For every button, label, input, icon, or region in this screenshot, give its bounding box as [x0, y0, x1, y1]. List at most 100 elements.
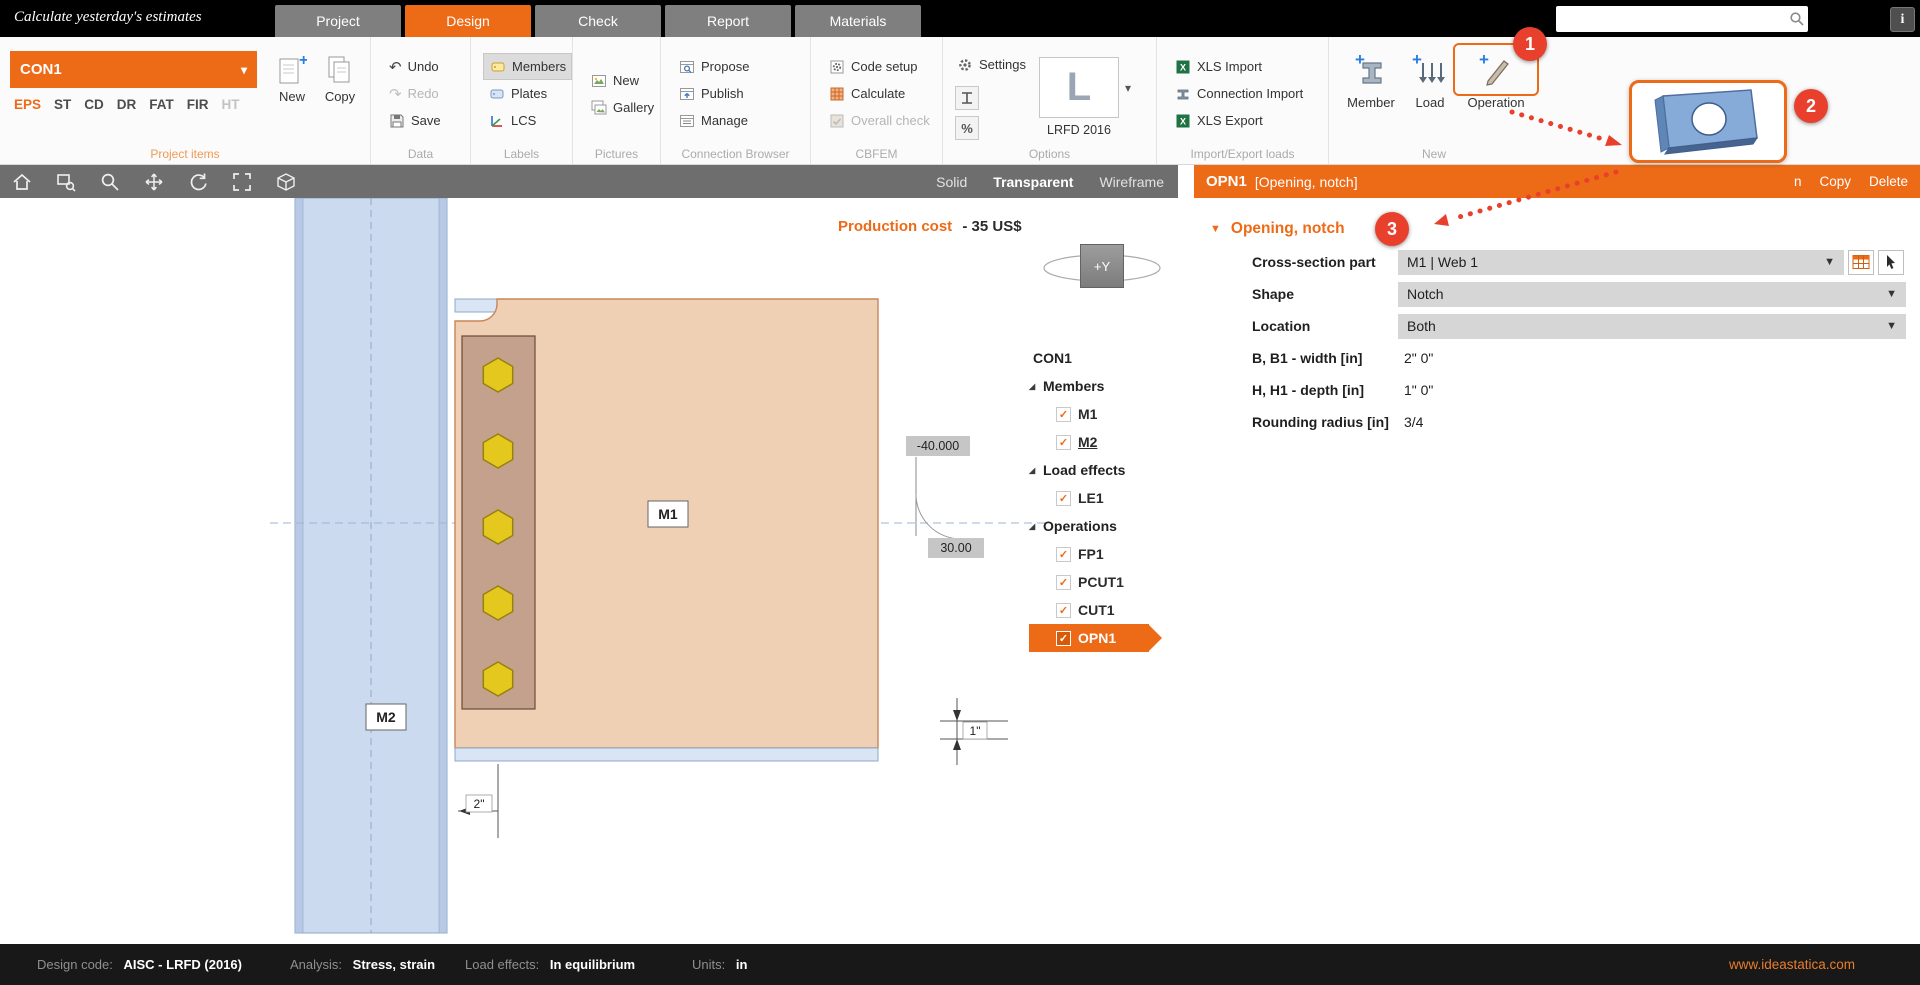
tree-expander-icon[interactable]: ◢ — [1029, 522, 1043, 531]
properties-section-header[interactable]: ▼ Opening, notch 3 — [1194, 212, 1920, 246]
tree-item-pcut1[interactable]: PCUT1 — [1029, 568, 1179, 596]
section-caret-icon[interactable]: ▼ — [1210, 223, 1221, 235]
fit-view-icon[interactable] — [220, 165, 264, 198]
render-mode-solid[interactable]: Solid — [936, 174, 967, 190]
zoom-window-icon[interactable] — [44, 165, 88, 198]
filter-eps[interactable]: EPS — [14, 97, 41, 112]
publish-button[interactable]: Publish — [673, 80, 810, 107]
redo-button[interactable]: ↷ Redo — [383, 80, 470, 107]
shape-dropdown[interactable]: Notch ▼ — [1398, 282, 1906, 307]
operation-icon: + — [1474, 49, 1518, 93]
xls-import-button[interactable]: X XLS Import — [1169, 53, 1328, 80]
percent-toggle[interactable]: % — [955, 116, 979, 140]
undo-button[interactable]: ↶ Undo — [383, 53, 470, 80]
render-mode-wireframe[interactable]: Wireframe — [1099, 174, 1164, 190]
pan-icon[interactable] — [132, 165, 176, 198]
tab-check[interactable]: Check — [535, 5, 661, 37]
members-labels-toggle[interactable]: Members — [483, 53, 572, 80]
new-picture-button[interactable]: New — [585, 67, 660, 94]
rotate-icon[interactable] — [176, 165, 220, 198]
filter-ht[interactable]: HT — [222, 97, 240, 112]
ribbon-group-import-export: X XLS Import Connection Import X XLS Exp… — [1157, 37, 1329, 164]
location-dropdown[interactable]: Both ▼ — [1398, 314, 1906, 339]
filter-cd[interactable]: CD — [84, 97, 104, 112]
checkbox-pcut1[interactable] — [1056, 575, 1071, 590]
design-code-caret-icon[interactable]: ▾ — [1125, 81, 1131, 95]
save-button[interactable]: Save — [383, 107, 470, 134]
tree-item-fp1[interactable]: FP1 — [1029, 540, 1179, 568]
filter-st[interactable]: ST — [54, 97, 71, 112]
tree-item-m2[interactable]: M2 — [1029, 428, 1179, 456]
tree-group-members[interactable]: ◢ Members — [1029, 372, 1179, 400]
pick-in-scene-button[interactable] — [1878, 250, 1904, 275]
filter-fat[interactable]: FAT — [149, 97, 174, 112]
checkbox-m2[interactable] — [1056, 435, 1071, 450]
xls-export-button[interactable]: X XLS Export — [1169, 107, 1328, 134]
copy-project-item-button[interactable]: Copy — [314, 53, 366, 104]
checkbox-le1[interactable] — [1056, 491, 1071, 506]
filter-dr[interactable]: DR — [117, 97, 137, 112]
tree-group-load-effects[interactable]: ◢ Load effects — [1029, 456, 1179, 484]
project-item-combo[interactable]: CON1 ▾ — [10, 51, 257, 88]
checkbox-cut1[interactable] — [1056, 603, 1071, 618]
tree-root-con1[interactable]: CON1 — [1029, 344, 1179, 372]
new-member-button[interactable]: + Member — [1343, 49, 1399, 110]
info-icon[interactable]: i — [1890, 7, 1915, 32]
checkbox-fp1[interactable] — [1056, 547, 1071, 562]
tree-item-le1[interactable]: LE1 — [1029, 484, 1179, 512]
width-value-field[interactable]: 2" 0" — [1398, 350, 1433, 366]
checkbox-opn1[interactable] — [1056, 631, 1071, 646]
new-operation-button[interactable]: + Operation 1 — [1461, 49, 1531, 110]
truncated-header-button[interactable]: n — [1794, 174, 1802, 189]
tree-item-cut1[interactable]: CUT1 — [1029, 596, 1179, 624]
plates-labels-toggle[interactable]: Plates — [483, 80, 572, 107]
design-code-box[interactable]: L — [1039, 57, 1119, 118]
copy-operation-button[interactable]: Copy — [1819, 174, 1851, 189]
bolt-5[interactable] — [483, 662, 512, 696]
tab-report[interactable]: Report — [665, 5, 791, 37]
search-icon[interactable] — [1786, 8, 1808, 30]
tab-materials[interactable]: Materials — [795, 5, 921, 37]
delete-operation-button[interactable]: Delete — [1869, 174, 1908, 189]
checkbox-m1[interactable] — [1056, 407, 1071, 422]
axis-cube[interactable]: +Y — [1080, 244, 1124, 288]
fin-plate-geometry[interactable] — [462, 336, 535, 709]
search-input[interactable] — [1556, 8, 1786, 30]
bolt-2[interactable] — [483, 434, 512, 468]
bolt-4[interactable] — [483, 586, 512, 620]
render-mode-transparent[interactable]: Transparent — [993, 174, 1073, 190]
filter-fir[interactable]: FIR — [187, 97, 209, 112]
gallery-button[interactable]: Gallery — [585, 94, 660, 121]
new-load-button[interactable]: + Load — [1405, 49, 1455, 110]
column-m2-geometry[interactable] — [295, 198, 447, 933]
depth-value-field[interactable]: 1" 0" — [1398, 382, 1433, 398]
propose-button[interactable]: Propose — [673, 53, 810, 80]
rounding-radius-value-field[interactable]: 3/4 — [1398, 414, 1423, 430]
bolt-3[interactable] — [483, 510, 512, 544]
website-link[interactable]: www.ideastatica.com — [1729, 957, 1855, 972]
code-setup-button[interactable]: Code setup — [823, 53, 942, 80]
new-project-item-button[interactable]: + New — [266, 53, 318, 104]
view-cube-icon[interactable] — [264, 165, 308, 198]
home-view-icon[interactable] — [0, 165, 44, 198]
calculate-button[interactable]: Calculate — [823, 80, 942, 107]
bolt-1[interactable] — [483, 358, 512, 392]
zoom-icon[interactable] — [88, 165, 132, 198]
lcs-toggle[interactable]: LCS — [483, 107, 572, 134]
manage-button[interactable]: Manage — [673, 107, 810, 134]
cross-section-table-button[interactable] — [1848, 250, 1874, 275]
tree-item-opn1-selected[interactable]: OPN1 — [1029, 624, 1149, 652]
status-label: Load effects: — [465, 957, 539, 972]
tree-item-m1[interactable]: M1 — [1029, 400, 1179, 428]
cross-section-part-dropdown[interactable]: M1 | Web 1 ▼ — [1398, 250, 1844, 275]
tree-expander-icon[interactable]: ◢ — [1029, 382, 1043, 391]
overall-check-button[interactable]: Overall check — [823, 107, 942, 134]
connection-import-button[interactable]: Connection Import — [1169, 80, 1328, 107]
model-viewport[interactable]: Production cost - 35 US$ — [0, 198, 1178, 944]
tab-design[interactable]: Design — [405, 5, 531, 37]
equilibrium-toggle[interactable] — [955, 86, 979, 110]
tree-expander-icon[interactable]: ◢ — [1029, 466, 1043, 475]
tab-project[interactable]: Project — [275, 5, 401, 37]
settings-button[interactable]: Settings — [951, 51, 1032, 78]
tree-group-operations[interactable]: ◢ Operations — [1029, 512, 1179, 540]
